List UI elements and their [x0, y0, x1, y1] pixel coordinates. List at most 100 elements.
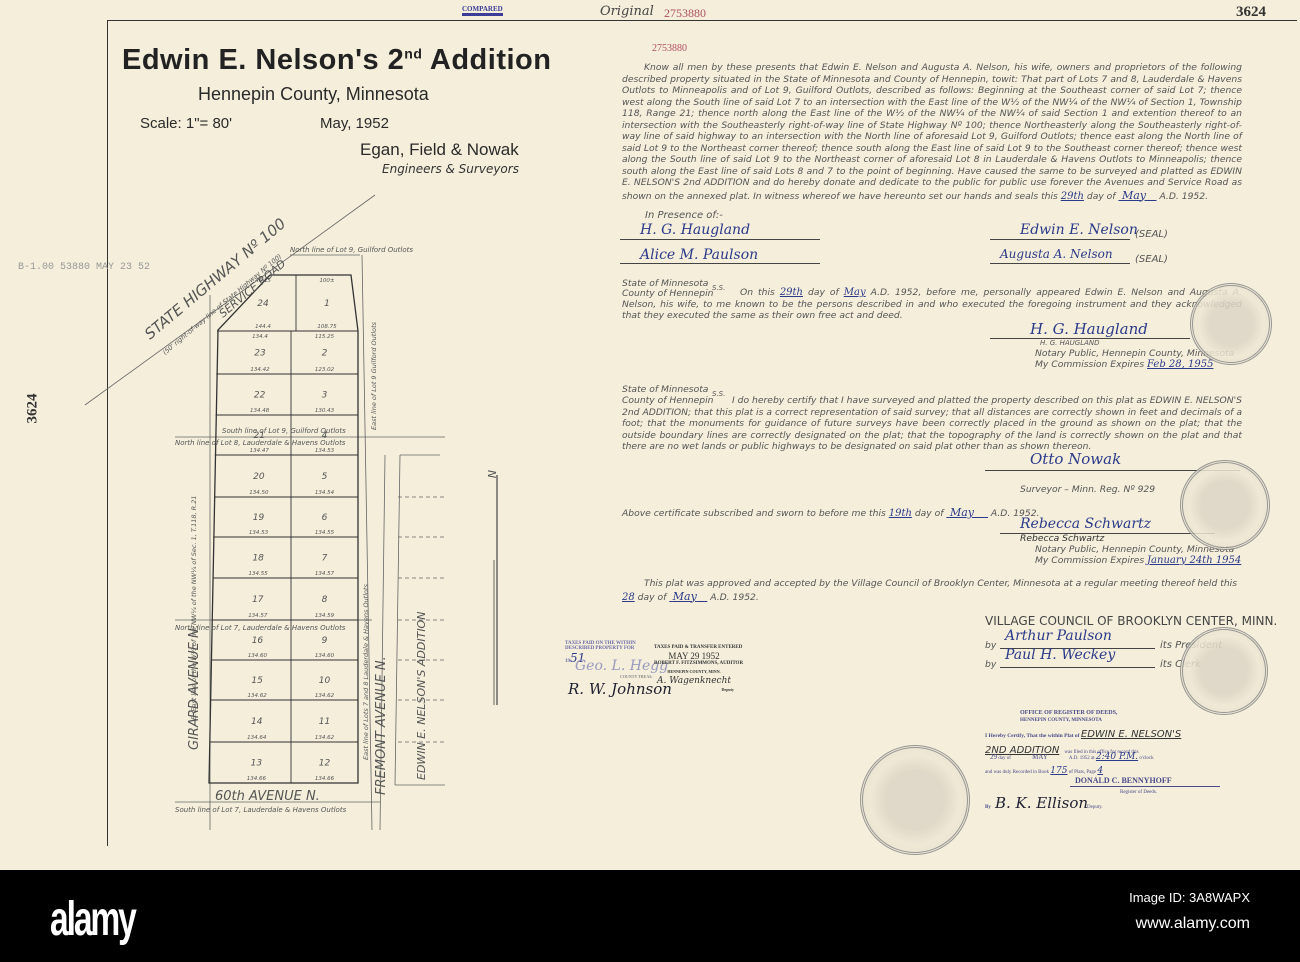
- seal-label-1: (SEAL): [1135, 229, 1168, 240]
- village-seal: [1180, 627, 1268, 715]
- lot-number: 16: [252, 636, 264, 646]
- notary-1-signature: H. G. Haugland: [1030, 320, 1148, 338]
- notary-2-printed: Rebecca Schwartz: [1020, 533, 1105, 544]
- owner-2-signature: Augusta A. Nelson: [1000, 247, 1113, 261]
- lot-dimension: 134.66: [247, 776, 267, 782]
- village-council-label: VILLAGE COUNCIL OF BROOKLYN CENTER, MINN…: [985, 614, 1278, 628]
- lot-dimension: 108.75: [317, 324, 337, 330]
- clerk-signature: Paul H. Weckey: [1005, 647, 1116, 663]
- note-east-lot9: East line of Lot 9 Guilford Outlots: [370, 321, 378, 430]
- ack-text: On this 29th day of May A.D. 1952, befor…: [622, 287, 1242, 321]
- lot-dimension: 123.02: [315, 367, 335, 373]
- lot-number: 24: [257, 299, 269, 309]
- register-deputy-signature: B. K. Ellison: [995, 794, 1089, 812]
- president-signature: Arthur Paulson: [1005, 628, 1112, 644]
- lot-number: 7: [322, 554, 328, 564]
- registrar-name: DONALD C. BENNYHOFF: [1075, 776, 1172, 785]
- lot-dimension: 134.57: [315, 571, 335, 577]
- north-arrow-label: N: [485, 470, 498, 478]
- register-office: OFFICE OF REGISTER OF DEEDS, HENNEPIN COU…: [1020, 710, 1118, 723]
- lot-dimension: 134.66: [315, 776, 335, 782]
- notary-2-expires: My Commission Expires January 24th 1954: [1035, 555, 1242, 566]
- register-date: 29 day of MAY A.D. 1952 at 2:40 P.M. o'c…: [990, 752, 1154, 762]
- surveyor-title: Surveyor – Minn. Reg. Nº 929: [1020, 484, 1156, 495]
- lot-number: 23: [254, 349, 266, 359]
- note-east-w-half: E. East line of the W½ of the NW¼ of the…: [190, 495, 198, 720]
- lot-dimension: 134.48: [250, 408, 270, 414]
- county-treas-label: COUNTY TREAS.: [620, 674, 653, 679]
- note-north-lot9: North line of Lot 9, Guilford Outlots: [290, 246, 413, 254]
- notary-seal-2: [1180, 460, 1270, 550]
- lot-dimension: 134.47: [250, 448, 270, 454]
- alamy-url[interactable]: www.alamy.com: [1136, 915, 1250, 933]
- note-north-lot7: North line of Lot 7, Lauderdale & Havens…: [175, 624, 346, 632]
- notary-1-printed: H. G. HAUGLAND: [1040, 339, 1100, 347]
- notary-seal-1: [1190, 283, 1272, 365]
- note-south-lot7: South line of Lot 7, Lauderdale & Havens…: [175, 806, 347, 814]
- lot-dimension: 134.62: [315, 693, 335, 699]
- register-seal: [860, 745, 970, 855]
- lot-dimension: 134.62: [315, 735, 335, 741]
- owner-1-signature: Edwin E. Nelson: [1020, 222, 1138, 238]
- dedication-text: Know all men by these presents that Edwi…: [622, 62, 1242, 202]
- register-recorded: and was duly Recorded in Book 175 of Pla…: [985, 766, 1104, 776]
- lot-dimension: 144.4: [255, 324, 271, 330]
- registrar-title: Register of Deeds.: [1120, 790, 1158, 795]
- lot-number: 8: [322, 595, 328, 605]
- plat-map: 24144.446.2523134.42134.422134.4821134.4…: [84, 194, 498, 831]
- note-north-lot8: North line of Lot 8, Lauderdale & Havens…: [175, 439, 346, 447]
- lot-number: 18: [252, 554, 264, 564]
- witness-2-signature: Alice M. Paulson: [640, 247, 759, 263]
- 60th-avenue-label: 60th AVENUE N.: [215, 789, 320, 804]
- by-label-1: by: [985, 640, 997, 651]
- dedication-doc-number: 2753880: [652, 43, 687, 54]
- image-id: Image ID: 3A8WAPX: [1129, 890, 1250, 905]
- lot-number: 13: [251, 759, 263, 769]
- lot-number: 1: [324, 299, 330, 309]
- lot-number: 5: [322, 472, 328, 482]
- lot-number: 15: [251, 676, 263, 686]
- lot-number: 14: [251, 717, 263, 727]
- surveyor-state: State of Minnesota: [622, 384, 709, 395]
- note-east-lots78: East line of Lots 7 and 8 Lauderdale & H…: [362, 583, 370, 760]
- presence-label: In Presence of:-: [645, 210, 723, 221]
- lot-number: 3: [322, 391, 328, 401]
- transfer-stamp: TAXES PAID & TRANSFER ENTERED MAY 29 195…: [654, 645, 744, 692]
- lot-dimension: 134.60: [315, 653, 335, 659]
- lot-number: 11: [319, 717, 330, 727]
- by-label-2: by: [985, 659, 997, 670]
- lot-dimension: 134.55: [315, 530, 335, 536]
- north-arrow: N: [485, 470, 498, 705]
- doc-number: 2753880: [664, 6, 706, 20]
- lot-number: 19: [253, 513, 265, 523]
- witness-1-signature: H. G. Haugland: [640, 222, 751, 238]
- approval-text: This plat was approved and accepted by t…: [622, 578, 1237, 603]
- notary-2-signature: Rebecca Schwartz: [1020, 516, 1152, 532]
- lot-dimension: 130.43: [315, 408, 335, 414]
- lot-dimension: 134.64: [247, 735, 267, 741]
- lot-dimension: 134.50: [249, 490, 269, 496]
- lot-dimension: 134.54: [315, 490, 335, 496]
- lot-number: 6: [322, 513, 328, 523]
- notary-2-title: Notary Public, Hennepin County, Minnesot…: [1035, 544, 1235, 555]
- note-south-lot9: South line of Lot 9, Guilford Outlots: [222, 427, 346, 435]
- watermark-footer: alamy Image ID: 3A8WAPX www.alamy.com: [0, 870, 1300, 962]
- lot-number: 9: [322, 636, 328, 646]
- alamy-logo: alamy: [50, 893, 137, 946]
- lot-number: 10: [319, 676, 331, 686]
- lot-dimension: 134.53: [315, 448, 335, 454]
- lot-dimension: 134.59: [315, 613, 335, 619]
- sheet-number: 3624: [1236, 4, 1266, 20]
- lot-number: 12: [319, 759, 331, 769]
- lot-dimension: 134.4: [252, 334, 268, 340]
- lot-number: 22: [254, 391, 266, 401]
- lot-dimension: 134.62: [247, 693, 267, 699]
- lot-dimension: 134.42: [250, 367, 270, 373]
- lot-dimension: 134.57: [248, 613, 268, 619]
- lot-number: 20: [253, 472, 265, 482]
- lot-dimension: 115.25: [315, 334, 335, 340]
- sworn-statement: Above certificate subscribed and sworn t…: [622, 506, 1040, 519]
- lot-dimension: 134.55: [249, 571, 269, 577]
- lot-dimension: 134.53: [249, 530, 269, 536]
- seal-label-2: (SEAL): [1135, 254, 1168, 265]
